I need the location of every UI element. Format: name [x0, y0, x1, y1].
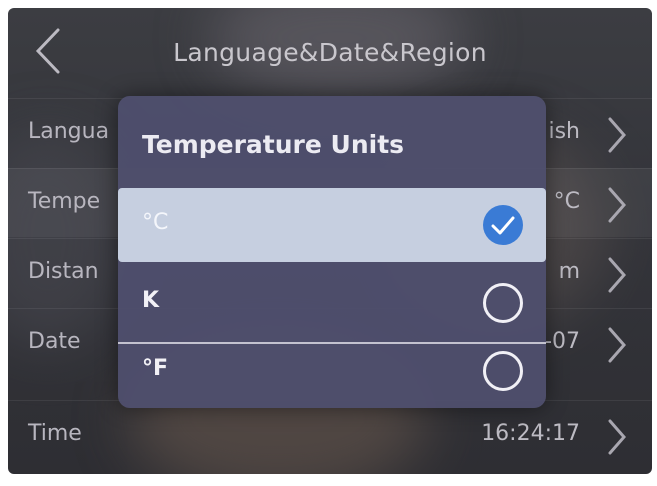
row-value: 16:24:17 — [481, 421, 580, 446]
row-label: Time — [28, 421, 82, 446]
device-screen: Language&Date&Region Langua ish Tempe °C… — [8, 8, 652, 474]
chevron-right-icon — [608, 117, 626, 153]
row-value: ish — [548, 119, 580, 144]
chevron-right-icon — [608, 187, 626, 223]
row-value: -07 — [544, 329, 580, 354]
option-label: K — [142, 288, 160, 313]
row-value: m — [558, 259, 580, 284]
header: Language&Date&Region — [8, 8, 652, 94]
option-label: °F — [142, 356, 169, 381]
dialog-title: Temperature Units — [142, 130, 405, 159]
row-label: Distan — [28, 259, 99, 284]
chevron-right-icon — [608, 257, 626, 293]
chevron-right-icon — [608, 419, 626, 455]
option-fahrenheit[interactable]: °F — [118, 334, 546, 408]
temperature-units-dialog: Temperature Units °C K °F — [118, 96, 546, 408]
row-label: Tempe — [28, 189, 101, 214]
option-label: °C — [142, 210, 169, 235]
page-title: Language&Date&Region — [173, 38, 487, 67]
chevron-right-icon — [608, 327, 626, 363]
radio-unselected-icon[interactable] — [482, 350, 524, 392]
option-kelvin[interactable]: K — [118, 266, 546, 340]
radio-unselected-icon[interactable] — [482, 282, 524, 324]
row-value: °C — [553, 189, 580, 214]
checkmark-selected-icon[interactable] — [482, 204, 524, 246]
row-label: Langua — [28, 119, 110, 144]
settings-row-time[interactable]: Time 16:24:17 — [8, 400, 652, 469]
option-celsius[interactable]: °C — [118, 188, 546, 262]
row-label: Date — [28, 329, 81, 354]
